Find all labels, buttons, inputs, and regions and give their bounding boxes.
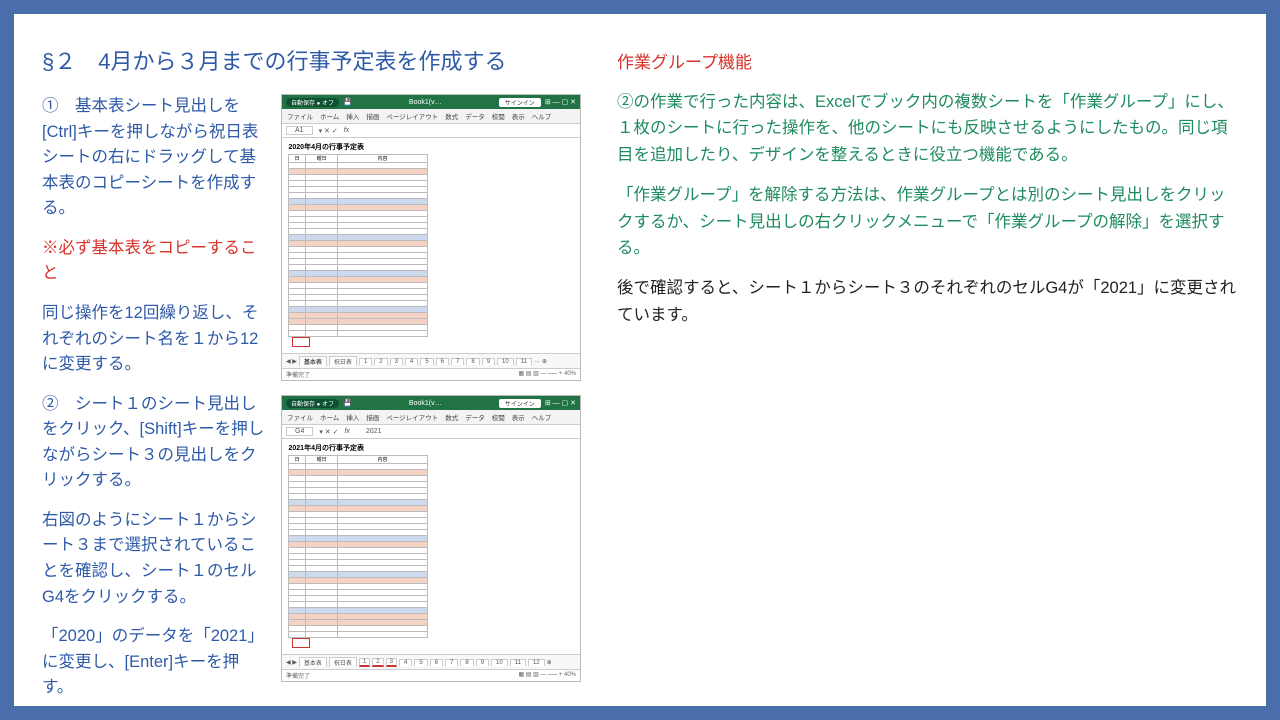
feature-title: 作業グループ機能: [617, 48, 1238, 73]
excel-screenshot-2: 自動保存 ● オフ 💾 Book1(v… サインイン ⊞ — ▢ ✕ ファイルホ…: [281, 395, 581, 682]
explain-2: 「作業グループ」を解除する方法は、作業グループとは別のシート見出しをクリックする…: [617, 182, 1238, 261]
step-1: ① 基本表シート見出しを[Ctrl]キーを押しながら祝日表シートの右にドラッグし…: [42, 94, 267, 222]
step-2c: 「2020」のデータを「2021」に変更し、[Enter]キーを押す。: [42, 624, 267, 701]
explain-1: ②の作業で行った内容は、Excelでブック内の複数シートを「作業グループ」にし、…: [617, 89, 1238, 168]
explain-3: 後で確認すると、シート１からシート３のそれぞれのセルG4が「2021」に変更され…: [617, 275, 1238, 328]
sheet-tabs-2: ◀ ▶ 基本表 祝日表 123456789101112⊕: [282, 654, 580, 669]
excel-screenshot-1: 自動保存 ● オフ 💾 Book1(v… サインイン ⊞ — ▢ ✕ ファイルホ…: [281, 94, 581, 381]
step-1b: 同じ操作を12回繰り返し、それぞれのシート名を１から12に変更する。: [42, 301, 267, 378]
step-2b: 右図のようにシート１からシート３まで選択されていることを確認し、シート１のセルG…: [42, 508, 267, 610]
sheet-tabs-1: ◀ ▶ 基本表 祝日表 1234567891011…⊕: [282, 353, 580, 368]
warning: ※必ず基本表をコピーすること: [42, 236, 267, 287]
year-highlight: [292, 337, 310, 347]
page-title: §２ 4月から３月までの行事予定表を作成する: [42, 44, 587, 76]
year-highlight-2: [292, 638, 310, 648]
step-2: ② シート１のシート見出しをクリック、[Shift]キーを押しながらシート３の見…: [42, 392, 267, 494]
ribbon: ファイルホーム挿入描画ページレイアウト数式データ校閲表示ヘルプ: [282, 109, 580, 124]
